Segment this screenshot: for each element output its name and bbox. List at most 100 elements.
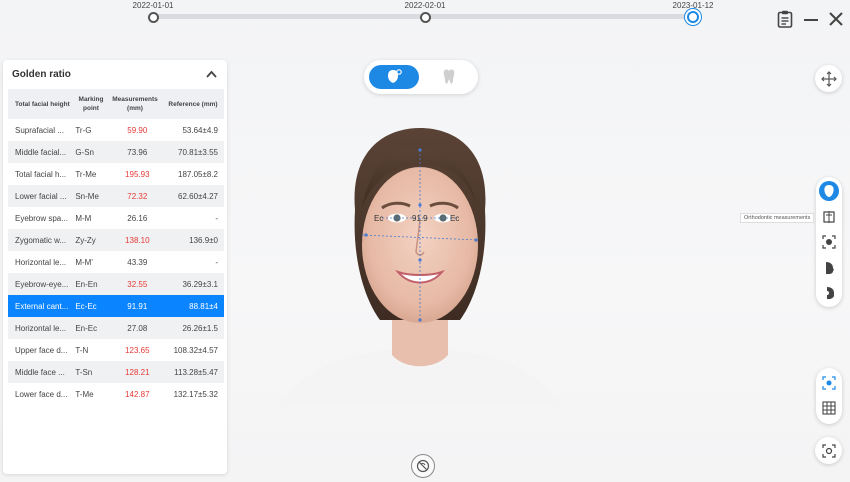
minimize-button[interactable] — [800, 8, 822, 30]
tool-head-profile[interactable] — [819, 181, 839, 201]
side-profile-icon — [826, 262, 834, 274]
row-measurement: 91.91 — [127, 301, 148, 311]
row-marking-point: En-En — [75, 279, 98, 289]
face-scan-icon — [388, 69, 402, 83]
table-row[interactable]: External cant... Ec-Ec 91.91 88.81±4 — [8, 295, 224, 317]
row-name: External cant... — [15, 301, 69, 311]
face-label-left: Ec — [374, 214, 383, 223]
row-measurement: 73.96 — [127, 147, 148, 157]
row-marking-point: M-M' — [75, 257, 93, 267]
row-reference: 136.9±0 — [189, 235, 218, 245]
row-reference: 113.28±5.47 — [174, 367, 218, 377]
col-header-point: Marking point — [78, 96, 104, 112]
view-toolbar — [816, 368, 842, 424]
row-name: Total facial h... — [15, 169, 67, 179]
timeline-node-2[interactable] — [420, 12, 431, 23]
face-3d-view[interactable]: Ec 91.9 Ec — [270, 120, 570, 420]
tooltip-orthodontic: Orthodontic measurements — [740, 213, 815, 223]
timeline-date-3: 2023-01-12 — [672, 1, 714, 10]
col-header-measurement: Measurements (mm) — [112, 96, 158, 112]
move-arrows-icon — [820, 70, 837, 87]
close-button[interactable] — [825, 8, 847, 30]
clipboard-button[interactable] — [774, 8, 796, 30]
face-view-button[interactable] — [369, 65, 419, 89]
row-marking-point: Tr-Me — [75, 169, 97, 179]
row-reference: 26.26±1.5 — [182, 323, 218, 333]
table-row[interactable]: Middle face ... T-Sn 128.21 113.28±5.47 — [8, 361, 224, 383]
tool-grid[interactable] — [819, 398, 839, 418]
table-body: Suprafacial ... Tr-G 59.90 53.64±4.9 Middle … — [8, 119, 224, 405]
table-row[interactable]: Total facial h... Tr-Me 195.93 187.05±8.2 — [8, 163, 224, 185]
table-row[interactable]: Horizontal le... En-Ec 27.08 26.26±1.5 — [8, 317, 224, 339]
tool-side-profile[interactable] — [819, 258, 839, 278]
face-model-image: Ec 91.9 Ec — [280, 128, 560, 405]
row-marking-point: Zy-Zy — [75, 235, 96, 245]
table-header: Total facial height Marking point Measur… — [8, 89, 224, 119]
chevron-up-icon[interactable] — [206, 70, 217, 78]
tool-focus-scan[interactable] — [819, 373, 839, 393]
tool-face-scan[interactable] — [819, 232, 839, 252]
table-row[interactable]: Eyebrow spa... M-M 26.16 - — [8, 207, 224, 229]
row-name: Lower face d... — [15, 389, 68, 399]
clipboard-icon — [777, 10, 793, 28]
row-measurement: 138.10 — [125, 235, 150, 245]
side-profile-alt-icon — [825, 287, 834, 299]
panel-title: Golden ratio — [12, 68, 71, 80]
table-row[interactable]: Upper face d... T-N 123.65 108.32±4.57 — [8, 339, 224, 361]
table-row[interactable]: Middle facial... G-Sn 73.96 70.81±3.55 — [8, 141, 224, 163]
row-marking-point: Tr-G — [75, 125, 92, 135]
col-header-reference: Reference (mm) — [168, 100, 218, 108]
reset-view-button[interactable] — [411, 454, 435, 478]
row-measurement: 43.39 — [127, 257, 148, 267]
timeline-date-1: 2022-01-01 — [132, 1, 174, 10]
row-measurement: 128.21 — [125, 367, 150, 377]
capture-button[interactable] — [815, 437, 842, 464]
row-marking-point: En-Ec — [75, 323, 98, 333]
no-view-icon — [416, 459, 430, 473]
row-reference: 187.05±8.2 — [178, 169, 218, 179]
orthodontic-measure-icon — [823, 211, 835, 223]
row-measurement: 32.55 — [127, 279, 148, 289]
row-name: Suprafacial ... — [15, 125, 64, 135]
minimize-icon — [804, 19, 818, 21]
row-marking-point: Ec-Ec — [75, 301, 97, 311]
row-reference: 132.17±5.32 — [173, 389, 218, 399]
row-reference: 53.64±4.9 — [182, 125, 218, 135]
tooth-view-button[interactable] — [426, 65, 472, 89]
row-name: Eyebrow spa... — [15, 213, 68, 223]
tool-side-profile-alt[interactable] — [819, 283, 839, 303]
row-name: Zygomatic w... — [15, 235, 67, 245]
timeline-date-2: 2022-02-01 — [404, 1, 446, 10]
face-scan-icon — [822, 235, 836, 249]
table-row[interactable]: Zygomatic w... Zy-Zy 138.10 136.9±0 — [8, 229, 224, 251]
close-icon — [829, 12, 843, 26]
timeline-node-1[interactable] — [148, 12, 159, 23]
focus-scan-icon — [822, 376, 836, 390]
row-marking-point: M-M — [75, 213, 92, 223]
table-row[interactable]: Horizontal le... M-M' 43.39 - — [8, 251, 224, 273]
row-name: Lower facial ... — [15, 191, 67, 201]
row-measurement: 195.93 — [125, 169, 150, 179]
row-name: Horizontal le... — [15, 323, 67, 333]
measurement-table: Total facial height Marking point Measur… — [8, 89, 224, 405]
row-name: Middle face ... — [15, 367, 65, 377]
table-row[interactable]: Lower face d... T-Me 142.87 132.17±5.32 — [8, 383, 224, 405]
measurement-toolbar — [816, 177, 842, 307]
row-measurement: 27.08 — [127, 323, 148, 333]
table-row[interactable]: Lower facial ... Sn-Me 72.32 62.60±4.27 — [8, 185, 224, 207]
table-row[interactable]: Eyebrow-eye... En-En 32.55 36.29±3.1 — [8, 273, 224, 295]
grid-icon — [822, 401, 836, 415]
row-reference: - — [215, 257, 218, 267]
timeline-node-3-selected[interactable] — [687, 11, 699, 23]
row-reference: 108.32±4.57 — [173, 345, 218, 355]
tool-orthodontic-measure[interactable] — [819, 207, 839, 227]
row-measurement: 142.87 — [125, 389, 150, 399]
row-marking-point: T-Sn — [75, 367, 93, 377]
panel-header[interactable]: Golden ratio — [3, 60, 227, 88]
move-button[interactable] — [815, 65, 842, 92]
row-name: Horizontal le... — [15, 257, 67, 267]
row-reference: 62.60±4.27 — [178, 191, 218, 201]
row-measurement: 72.32 — [127, 191, 148, 201]
tooth-icon — [443, 69, 455, 84]
table-row[interactable]: Suprafacial ... Tr-G 59.90 53.64±4.9 — [8, 119, 224, 141]
